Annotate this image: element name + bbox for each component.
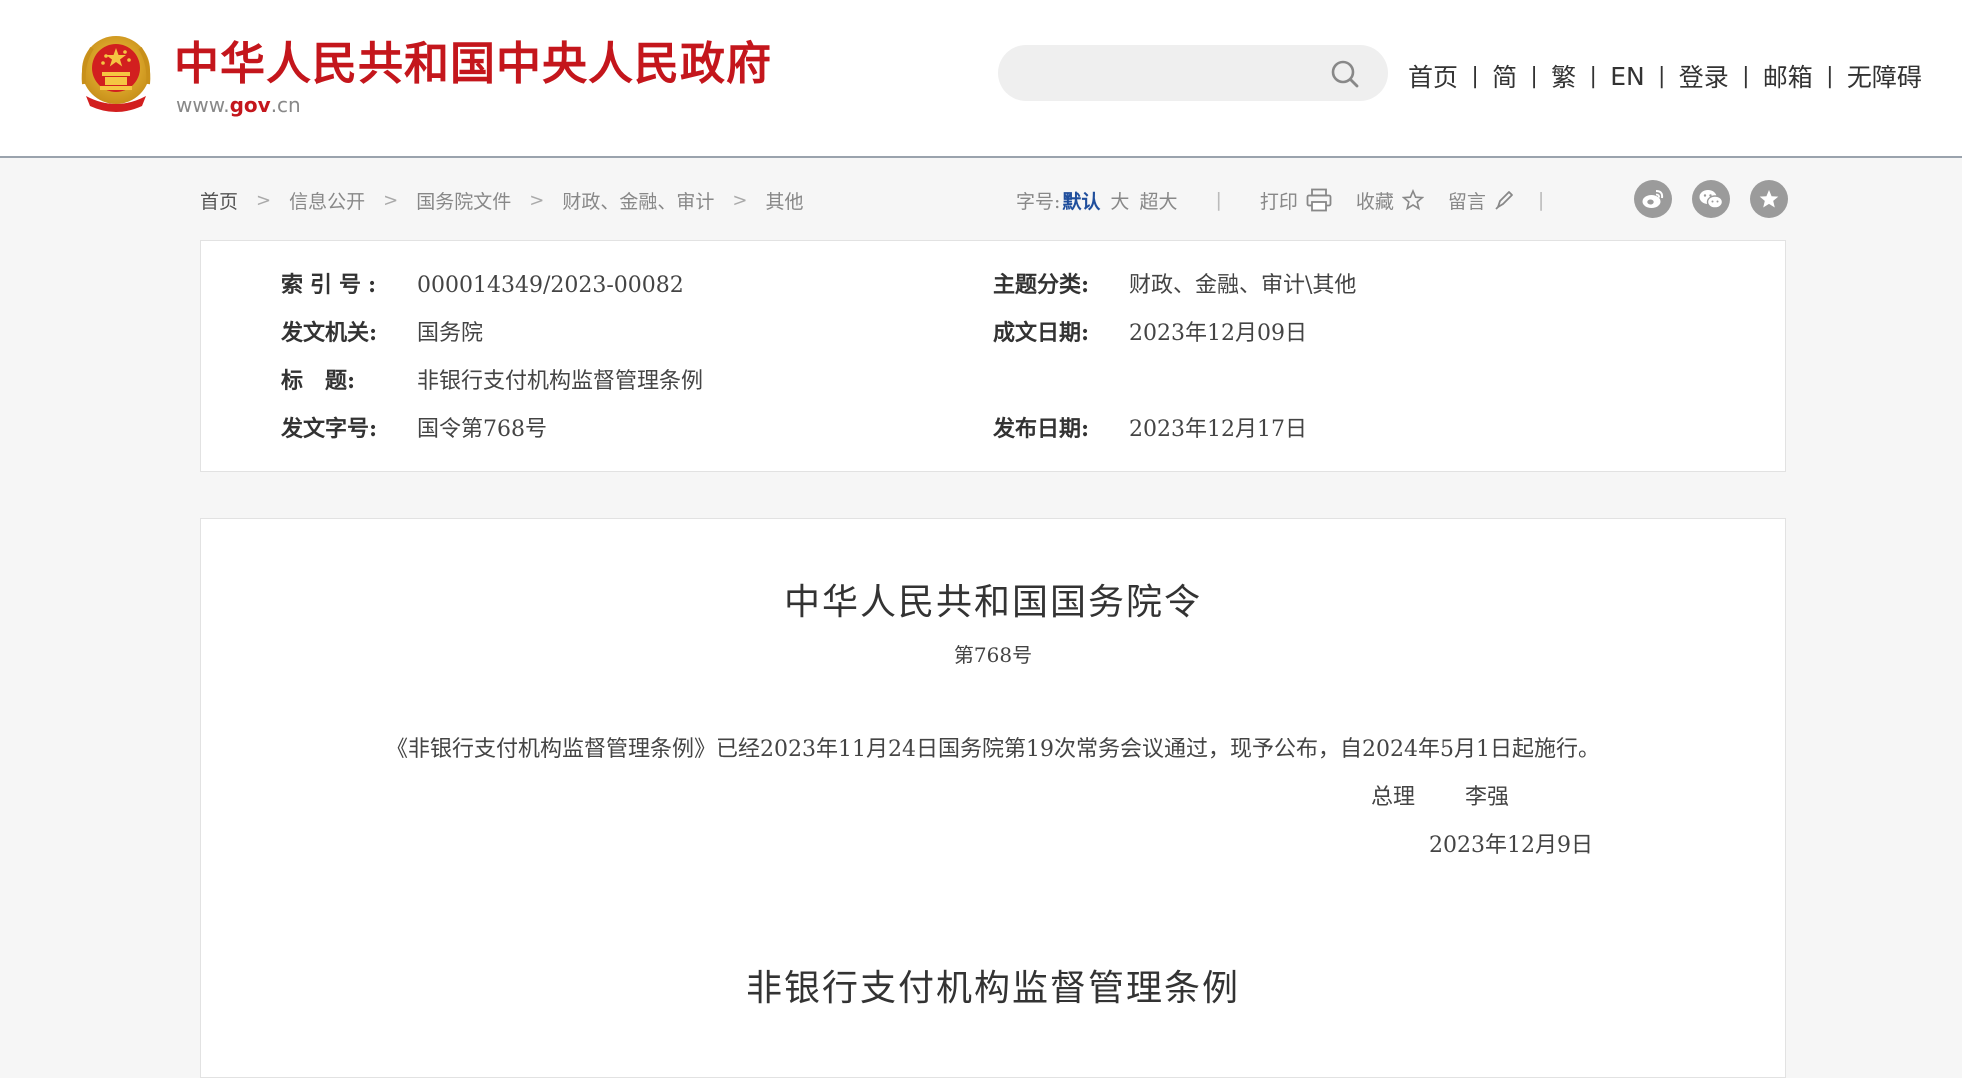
breadcrumb-bar: 首页 > 信息公开 > 国务院文件 > 财政、金融、审计 > 其他 字号: 默认… bbox=[200, 178, 1788, 222]
site-url-domain: gov bbox=[229, 93, 271, 117]
info-doc-no-value: 国令第768号 bbox=[417, 417, 547, 442]
printer-icon bbox=[1306, 188, 1332, 212]
info-publish-date-label: 发布日期: bbox=[993, 416, 1090, 442]
breadcrumb-other[interactable]: 其他 bbox=[765, 187, 803, 214]
share-favorite-button[interactable] bbox=[1750, 180, 1788, 218]
info-written-date-row: 成文日期: 2023年12月09日 bbox=[993, 315, 1307, 351]
share-buttons bbox=[1634, 180, 1788, 218]
nav-accessibility-link[interactable]: 无障碍 bbox=[1847, 58, 1922, 94]
nav-separator: | bbox=[1658, 63, 1666, 89]
font-size-default[interactable]: 默认 bbox=[1062, 187, 1100, 214]
nav-traditional-link[interactable]: 繁 bbox=[1551, 58, 1576, 94]
decree-title: 中华人民共和国国务院令 bbox=[783, 582, 1202, 623]
font-size-label: 字号: bbox=[1016, 190, 1061, 213]
nav-simplified-link[interactable]: 简 bbox=[1492, 58, 1517, 94]
site-url-suffix: .cn bbox=[270, 93, 301, 117]
national-emblem-icon[interactable] bbox=[78, 34, 154, 114]
site-header: 中华人民共和国中央人民政府 www.gov.cn 首页 | 简 | 繁 | EN… bbox=[0, 0, 1962, 158]
nav-home-link[interactable]: 首页 bbox=[1408, 58, 1458, 94]
font-size-large[interactable]: 大 bbox=[1110, 187, 1129, 214]
nav-separator: | bbox=[1826, 63, 1834, 89]
breadcrumb-arrow: > bbox=[256, 189, 272, 211]
breadcrumb-arrow: > bbox=[529, 189, 545, 211]
article-content: 中华人民共和国国务院令 第768号 《非银行支付机构监督管理条例》已经2023年… bbox=[200, 518, 1786, 1078]
info-issuer-label: 发文机关: bbox=[281, 320, 378, 346]
share-weibo-button[interactable] bbox=[1634, 180, 1672, 218]
breadcrumb-home[interactable]: 首页 bbox=[200, 187, 238, 214]
signer-title: 总理 bbox=[1371, 785, 1416, 810]
info-index-label: 索引号: bbox=[281, 272, 384, 298]
share-wechat-button[interactable] bbox=[1692, 180, 1730, 218]
nav-login-link[interactable]: 登录 bbox=[1679, 58, 1729, 94]
decree-signer: 总理 李强 bbox=[1371, 781, 1509, 815]
signer-name: 李强 bbox=[1465, 785, 1510, 810]
info-doc-no-label: 发文字号: bbox=[281, 416, 378, 442]
info-title-row: 标 题: 非银行支付机构监督管理条例 bbox=[281, 363, 703, 399]
nav-separator: | bbox=[1471, 63, 1479, 89]
breadcrumb-finance[interactable]: 财政、金融、审计 bbox=[562, 187, 714, 214]
favorite-button[interactable]: 收藏 bbox=[1356, 187, 1424, 214]
weibo-icon bbox=[1642, 190, 1664, 208]
star-icon bbox=[1759, 190, 1779, 208]
info-written-date-value: 2023年12月09日 bbox=[1129, 321, 1307, 346]
breadcrumb-info-public[interactable]: 信息公开 bbox=[289, 187, 365, 214]
nav-separator: | bbox=[1742, 63, 1750, 89]
info-issuer-row: 发文机关: 国务院 bbox=[281, 315, 483, 351]
search-icon[interactable] bbox=[1330, 59, 1360, 89]
info-topic-label: 主题分类: bbox=[993, 272, 1090, 298]
regulation-title: 非银行支付机构监督管理条例 bbox=[745, 968, 1240, 1009]
info-doc-no-row: 发文字号: 国令第768号 bbox=[281, 411, 547, 447]
info-publish-date-row: 发布日期: 2023年12月17日 bbox=[993, 411, 1307, 447]
breadcrumb-arrow: > bbox=[732, 189, 748, 211]
site-url[interactable]: www.gov.cn bbox=[176, 92, 301, 118]
comment-button[interactable]: 留言 bbox=[1448, 187, 1514, 214]
document-info-box: 索引号: 000014349/2023-00082 主题分类: 财政、金融、审计\其… bbox=[200, 240, 1786, 472]
print-button[interactable]: 打印 bbox=[1260, 187, 1332, 214]
wechat-icon bbox=[1699, 190, 1724, 209]
print-label: 打印 bbox=[1259, 190, 1298, 213]
info-publish-date-value: 2023年12月17日 bbox=[1129, 417, 1307, 442]
nav-separator: | bbox=[1530, 63, 1538, 89]
info-written-date-label: 成文日期: bbox=[993, 320, 1090, 346]
info-title-label: 标 题: bbox=[281, 368, 356, 394]
decree-date: 2023年12月9日 bbox=[1429, 833, 1593, 858]
comment-label: 留言 bbox=[1447, 190, 1486, 213]
decree-body: 《非银行支付机构监督管理条例》已经2023年11月24日国务院第19次常务会议通… bbox=[386, 737, 1600, 762]
font-size-xlarge[interactable]: 超大 bbox=[1139, 187, 1177, 214]
breadcrumb-arrow: > bbox=[383, 189, 399, 211]
favorite-label: 收藏 bbox=[1355, 190, 1394, 213]
pencil-icon bbox=[1495, 191, 1513, 210]
search-input[interactable] bbox=[1022, 57, 1316, 91]
nav-separator: | bbox=[1589, 63, 1597, 89]
star-outline-icon bbox=[1401, 189, 1424, 211]
nav-mail-link[interactable]: 邮箱 bbox=[1763, 58, 1813, 94]
info-topic-value: 财政、金融、审计\其他 bbox=[1129, 273, 1357, 298]
info-index-row: 索引号: 000014349/2023-00082 bbox=[281, 267, 684, 303]
decree-number: 第768号 bbox=[953, 643, 1033, 667]
site-url-prefix: www. bbox=[176, 93, 230, 117]
nav-english-link[interactable]: EN bbox=[1610, 62, 1645, 91]
top-nav: 首页 | 简 | 繁 | EN | 登录 | 邮箱 | 无障碍 bbox=[1408, 56, 1922, 96]
breadcrumb-state-council-docs[interactable]: 国务院文件 bbox=[416, 187, 511, 214]
page-tools: 字号: 默认 大 超大 | 打印 收藏 留言 | bbox=[1016, 178, 1544, 222]
info-issuer-value: 国务院 bbox=[417, 321, 484, 346]
site-name[interactable]: 中华人民共和国中央人民政府 bbox=[174, 34, 772, 94]
info-topic-row: 主题分类: 财政、金融、审计\其他 bbox=[993, 267, 1356, 303]
search-box bbox=[998, 45, 1388, 101]
info-title-value: 非银行支付机构监督管理条例 bbox=[417, 369, 704, 394]
breadcrumb: 首页 > 信息公开 > 国务院文件 > 财政、金融、审计 > 其他 bbox=[200, 178, 803, 222]
tools-separator: | bbox=[1215, 189, 1222, 211]
info-index-value: 000014349/2023-00082 bbox=[417, 273, 684, 298]
tools-separator: | bbox=[1537, 189, 1545, 211]
